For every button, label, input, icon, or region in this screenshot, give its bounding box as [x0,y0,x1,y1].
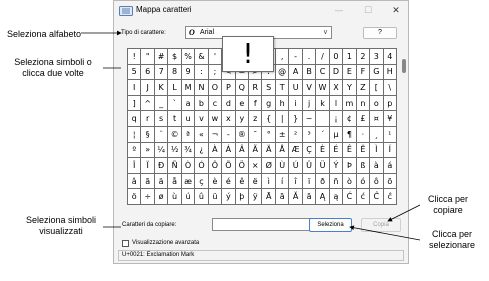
callout-selezionare: Clicca per selezionare [421,229,483,251]
callout-seleziona-simboli-line2: clicca due volte [22,68,84,78]
callout-copiare-line2: copiare [433,205,463,215]
leader-selezionare [349,225,421,241]
callout-selezionare-line2: selezionare [428,240,476,250]
callout-seleziona-simboli-line1: Seleziona simboli o [14,57,92,67]
callout-seleziona-simboli: Seleziona simboli o clicca due volte [3,57,103,79]
callout-selezionare-line1: Clicca per [431,229,472,239]
callout-seleziona-alfabeto: Seleziona alfabeto [7,29,82,39]
leader-copiare [387,204,421,222]
callout-visualizzati-line1: Seleziona simboli [25,215,97,225]
callout-visualizzati-line2: visualizzati [39,226,83,236]
callout-visualizzati: Seleziona simboli visualizzati [16,215,106,237]
callout-leader-lines [81,30,421,241]
callout-copiare: Clicca per copiare [421,194,475,216]
callout-copiare-line1: Clicca per [427,194,468,204]
